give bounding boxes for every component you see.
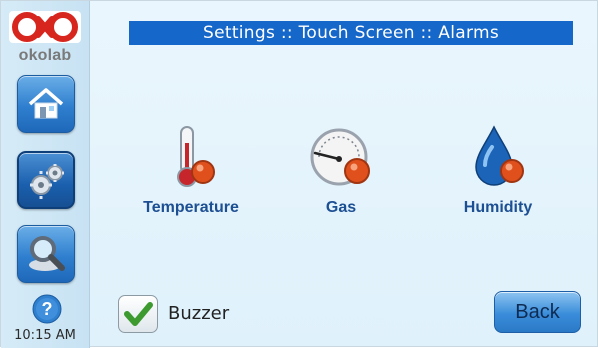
sidebar: okolab ? 10:15 AM [1,1,90,348]
nav-home-button[interactable] [17,75,75,133]
alarm-humidity-label: Humidity [463,199,533,216]
help-icon: ? [32,294,62,324]
thermometer-icon [177,126,215,187]
home-icon [28,88,64,119]
clock-time: 10:15 AM [14,328,76,343]
help-button[interactable]: ? [32,294,62,324]
screen: okolab ? 10:15 AM Settings:: Touch Scre… [0,0,598,348]
checkmark-icon [124,302,153,326]
nav-search-button[interactable] [17,225,75,283]
gears-icon [30,164,64,199]
buzzer-label: Buzzer [168,303,230,324]
logo-mark-icon [9,11,81,43]
alarm-gas[interactable]: Gas [281,121,401,221]
alarm-gas-label: Gas [325,199,357,216]
alarm-temperature-label: Temperature [143,199,239,216]
magnifier-icon [29,236,65,271]
water-drop-icon [475,125,524,186]
svg-text:?: ? [42,299,53,319]
okolab-logo: okolab [7,7,83,67]
alarm-temperature[interactable]: Temperature [131,121,251,221]
back-button[interactable]: Back [494,291,581,333]
page-title: Settings :: Touch Screen :: Alarms [129,21,573,45]
gauge-icon [310,128,370,186]
buzzer-checkbox[interactable] [118,295,158,333]
nav-settings-button[interactable] [17,151,75,209]
alarm-humidity[interactable]: Humidity [438,121,558,221]
brand-name: okolab [18,47,72,64]
